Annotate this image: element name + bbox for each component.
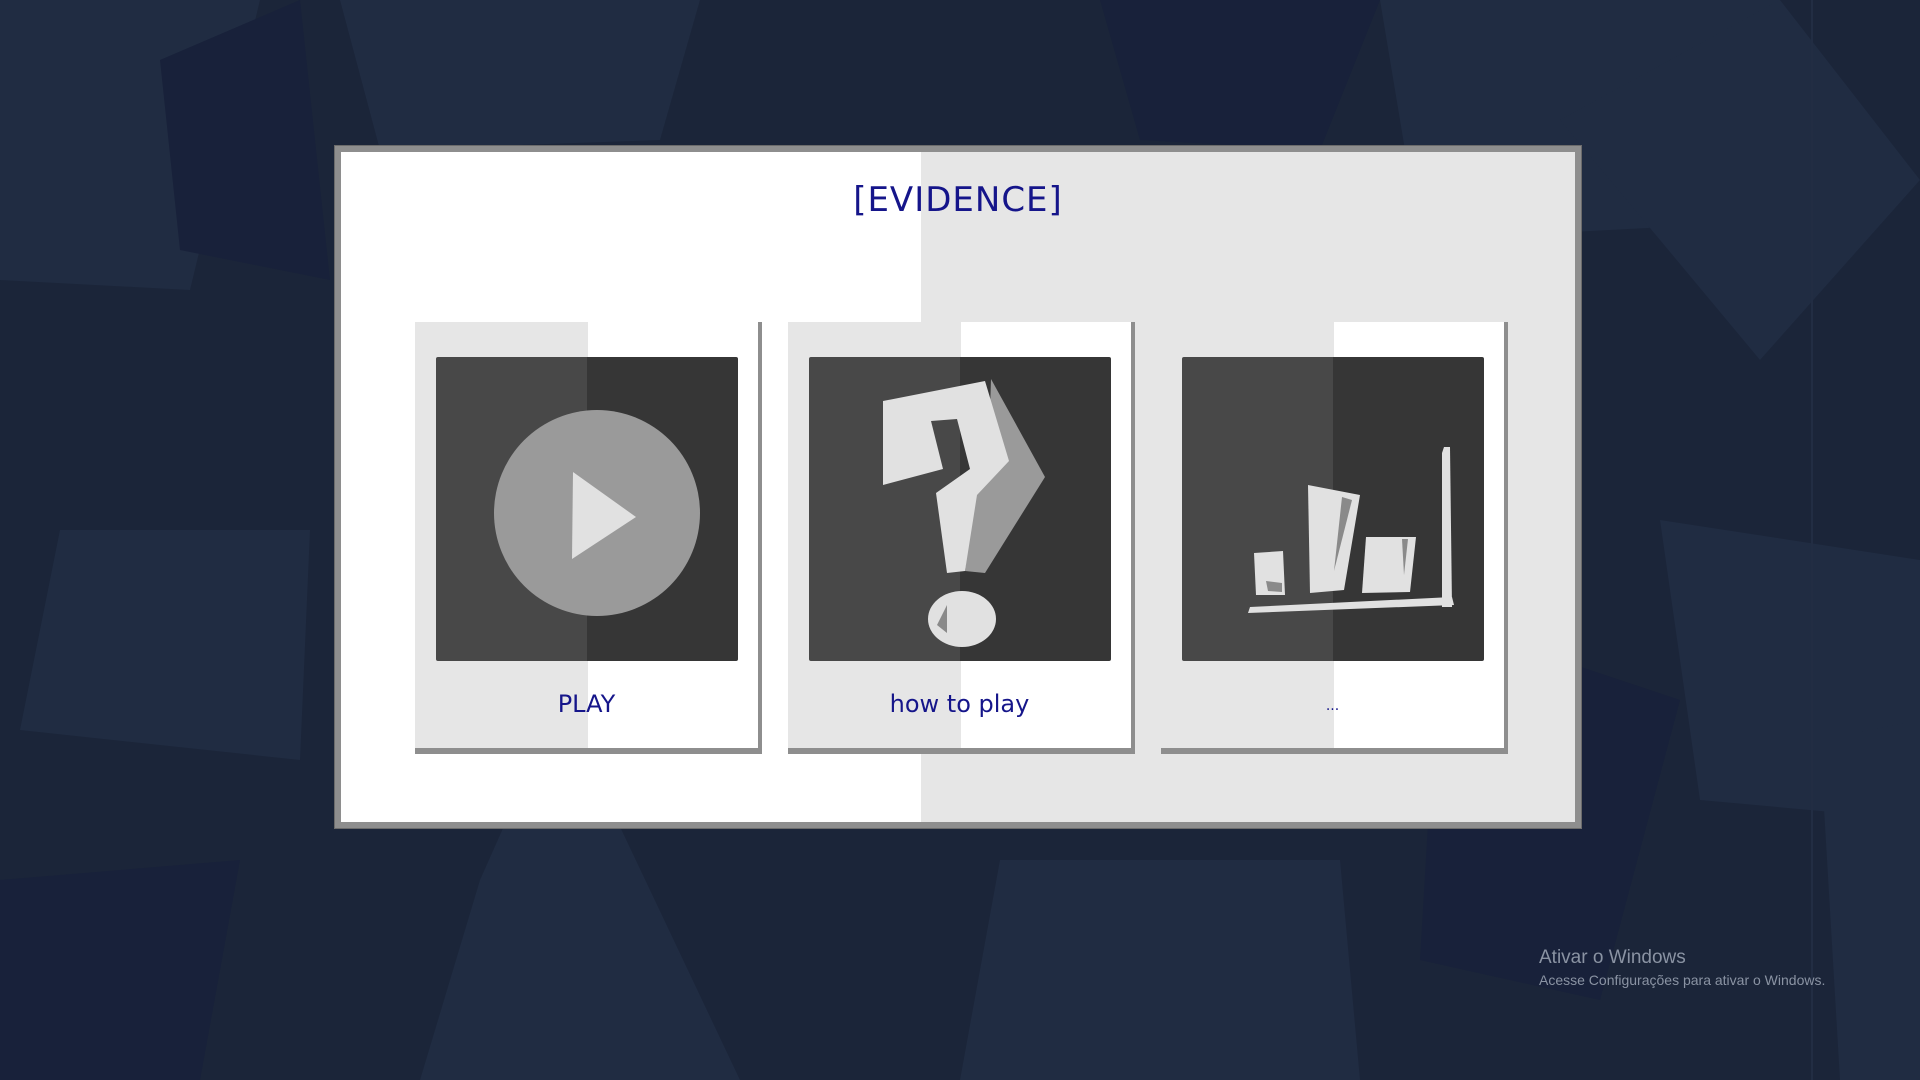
more-button[interactable]: ... (1161, 322, 1508, 754)
how-to-play-button[interactable]: how to play (788, 322, 1135, 754)
how-to-play-label: how to play (889, 690, 1030, 718)
play-thumbnail (436, 357, 738, 661)
play-button[interactable]: PLAY (415, 322, 762, 754)
more-thumbnail (1182, 357, 1484, 661)
windows-activation-watermark: Ativar o Windows Acesse Configurações pa… (1539, 946, 1825, 990)
activation-title: Ativar o Windows (1539, 947, 1686, 968)
play-circle-icon (494, 410, 700, 616)
bar-chart-icon (1248, 447, 1454, 613)
question-mark-icon (883, 379, 1045, 647)
main-menu-panel: [EVIDENCE] PLAY how to play ... (335, 146, 1581, 828)
how-to-play-thumbnail (809, 357, 1111, 661)
more-label: ... (1325, 698, 1340, 714)
activation-subtitle: Acesse Configurações para ativar o Windo… (1539, 972, 1826, 988)
game-title: [EVIDENCE] (853, 180, 1063, 220)
play-label: PLAY (557, 690, 616, 718)
